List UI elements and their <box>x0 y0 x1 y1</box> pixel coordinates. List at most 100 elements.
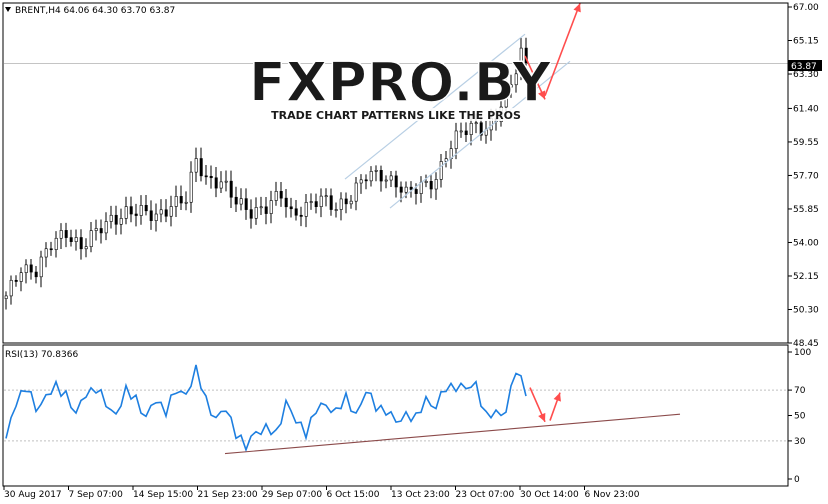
price-candle-body <box>39 256 43 278</box>
price-candle-body <box>164 209 168 217</box>
price-candle-body <box>289 206 293 210</box>
time-axis-label: 13 Oct 23:00 <box>391 490 450 500</box>
price-candle-body <box>209 175 213 179</box>
rsi-axis-label: 30 <box>794 437 806 447</box>
price-candle-body <box>374 170 378 172</box>
price-candle-body <box>34 271 38 278</box>
price-candle-body <box>59 230 63 239</box>
price-candle-body <box>109 214 113 222</box>
price-candle-body <box>349 200 353 205</box>
price-candle-body <box>239 198 243 205</box>
price-candle-body <box>299 214 303 217</box>
price-candle-body <box>439 161 443 180</box>
price-candle-body <box>49 248 53 251</box>
price-candle-body <box>309 201 313 203</box>
price-candle-body <box>404 186 408 193</box>
price-candle-body <box>139 205 143 216</box>
price-candle-body <box>184 201 188 204</box>
watermark-tagline: TRADE CHART PATTERNS LIKE THE PROS <box>271 109 521 122</box>
price-candle-body <box>294 208 298 216</box>
price-axis-label: 54.00 <box>793 238 819 248</box>
time-axis-label: 7 Sep 07:00 <box>69 490 124 500</box>
price-candle-body <box>144 205 148 212</box>
price-candle-body <box>409 186 413 190</box>
watermark-logo: FXPRO.BY <box>249 51 552 114</box>
price-axis-label: 57.70 <box>793 171 819 181</box>
price-candle-body <box>154 213 158 221</box>
price-candle-body <box>69 237 73 242</box>
price-header-text: BRENT,H4 64.06 64.30 63.70 63.87 <box>15 6 175 16</box>
price-candle-body <box>224 180 228 183</box>
current-price-marker: 63.87 <box>788 60 822 72</box>
price-candle-body <box>189 171 193 203</box>
price-candle-body <box>14 279 18 282</box>
price-candle-body <box>344 198 348 205</box>
price-candle-body <box>459 130 463 133</box>
price-candle-body <box>94 228 98 231</box>
price-candle-body <box>329 195 333 210</box>
price-candle-body <box>394 175 398 188</box>
price-candle-body <box>249 209 253 219</box>
rsi-axis-label: 70 <box>794 386 806 396</box>
price-candle-body <box>124 206 128 219</box>
watermark: FXPRO.BY TRADE CHART PATTERNS LIKE THE P… <box>248 50 553 122</box>
price-candle-body <box>99 228 103 234</box>
price-candle-body <box>199 158 203 177</box>
price-candle-body <box>229 180 233 198</box>
rsi-header: RSI(13) 70.8366 <box>5 350 78 360</box>
price-candle-body <box>104 221 108 234</box>
price-candle-body <box>254 207 258 219</box>
price-candle-body <box>149 210 153 221</box>
price-candle-body <box>89 230 93 248</box>
price-candle-body <box>419 182 423 194</box>
price-candle-body <box>194 158 198 173</box>
time-axis-label: 30 Aug 2017 <box>4 490 62 500</box>
price-candle-body <box>234 196 238 205</box>
price-candle-body <box>24 264 28 273</box>
price-axis-label: 52.15 <box>793 272 819 282</box>
price-candle-body <box>454 130 458 149</box>
price-candle-body <box>129 206 133 215</box>
price-candle-body <box>4 295 8 299</box>
price-candle-body <box>364 179 368 182</box>
price-candle-body <box>279 191 283 199</box>
price-candle-body <box>304 202 308 217</box>
price-candle-body <box>324 195 328 198</box>
price-candle-body <box>259 206 263 209</box>
price-header: BRENT,H4 64.06 64.30 63.70 63.87 <box>5 6 175 16</box>
price-candle-body <box>319 195 323 207</box>
current-price-label: 63.87 <box>791 62 817 72</box>
chart-window: 67.00 65.15 63.30 61.40 59.55 57.70 55.85 54.00… <box>0 0 828 504</box>
price-candle-body <box>474 122 478 125</box>
price-candle-body <box>54 237 58 250</box>
rsi-header-text: RSI(13) 70.8366 <box>5 350 78 360</box>
rsi-axis-label: 0 <box>794 475 800 485</box>
price-candle-body <box>214 177 218 189</box>
price-candle-body <box>64 230 68 238</box>
price-candle-body <box>119 218 123 225</box>
time-axis-label: 29 Sep 07:00 <box>262 490 322 500</box>
price-candle-body <box>424 181 428 183</box>
price-candle-body <box>79 237 83 250</box>
price-candle-body <box>244 198 248 210</box>
price-candle-body <box>339 198 343 210</box>
time-axis-label: 23 Oct 07:00 <box>456 490 515 500</box>
time-axis-label: 6 Nov 23:00 <box>585 490 640 500</box>
price-candle-body <box>179 196 183 204</box>
price-axis-label: 61.40 <box>793 104 819 114</box>
time-axis-label: 30 Oct 14:00 <box>520 490 579 500</box>
price-axis-label: 65.15 <box>793 37 819 47</box>
price-candle-body <box>19 272 23 282</box>
time-axis-label: 14 Sep 15:00 <box>133 490 193 500</box>
price-candle-body <box>354 182 358 202</box>
price-candle-body <box>174 196 178 207</box>
price-candle-body <box>84 246 88 250</box>
price-axis-label: 55.85 <box>793 205 819 215</box>
price-candle-body <box>44 248 48 258</box>
price-candle-body <box>134 213 138 216</box>
price-candle-body <box>384 179 388 182</box>
price-candle-body <box>429 181 433 190</box>
price-candle-body <box>284 197 288 208</box>
price-axis-label: 67.00 <box>793 3 819 13</box>
price-axis-label: 50.30 <box>793 305 819 315</box>
